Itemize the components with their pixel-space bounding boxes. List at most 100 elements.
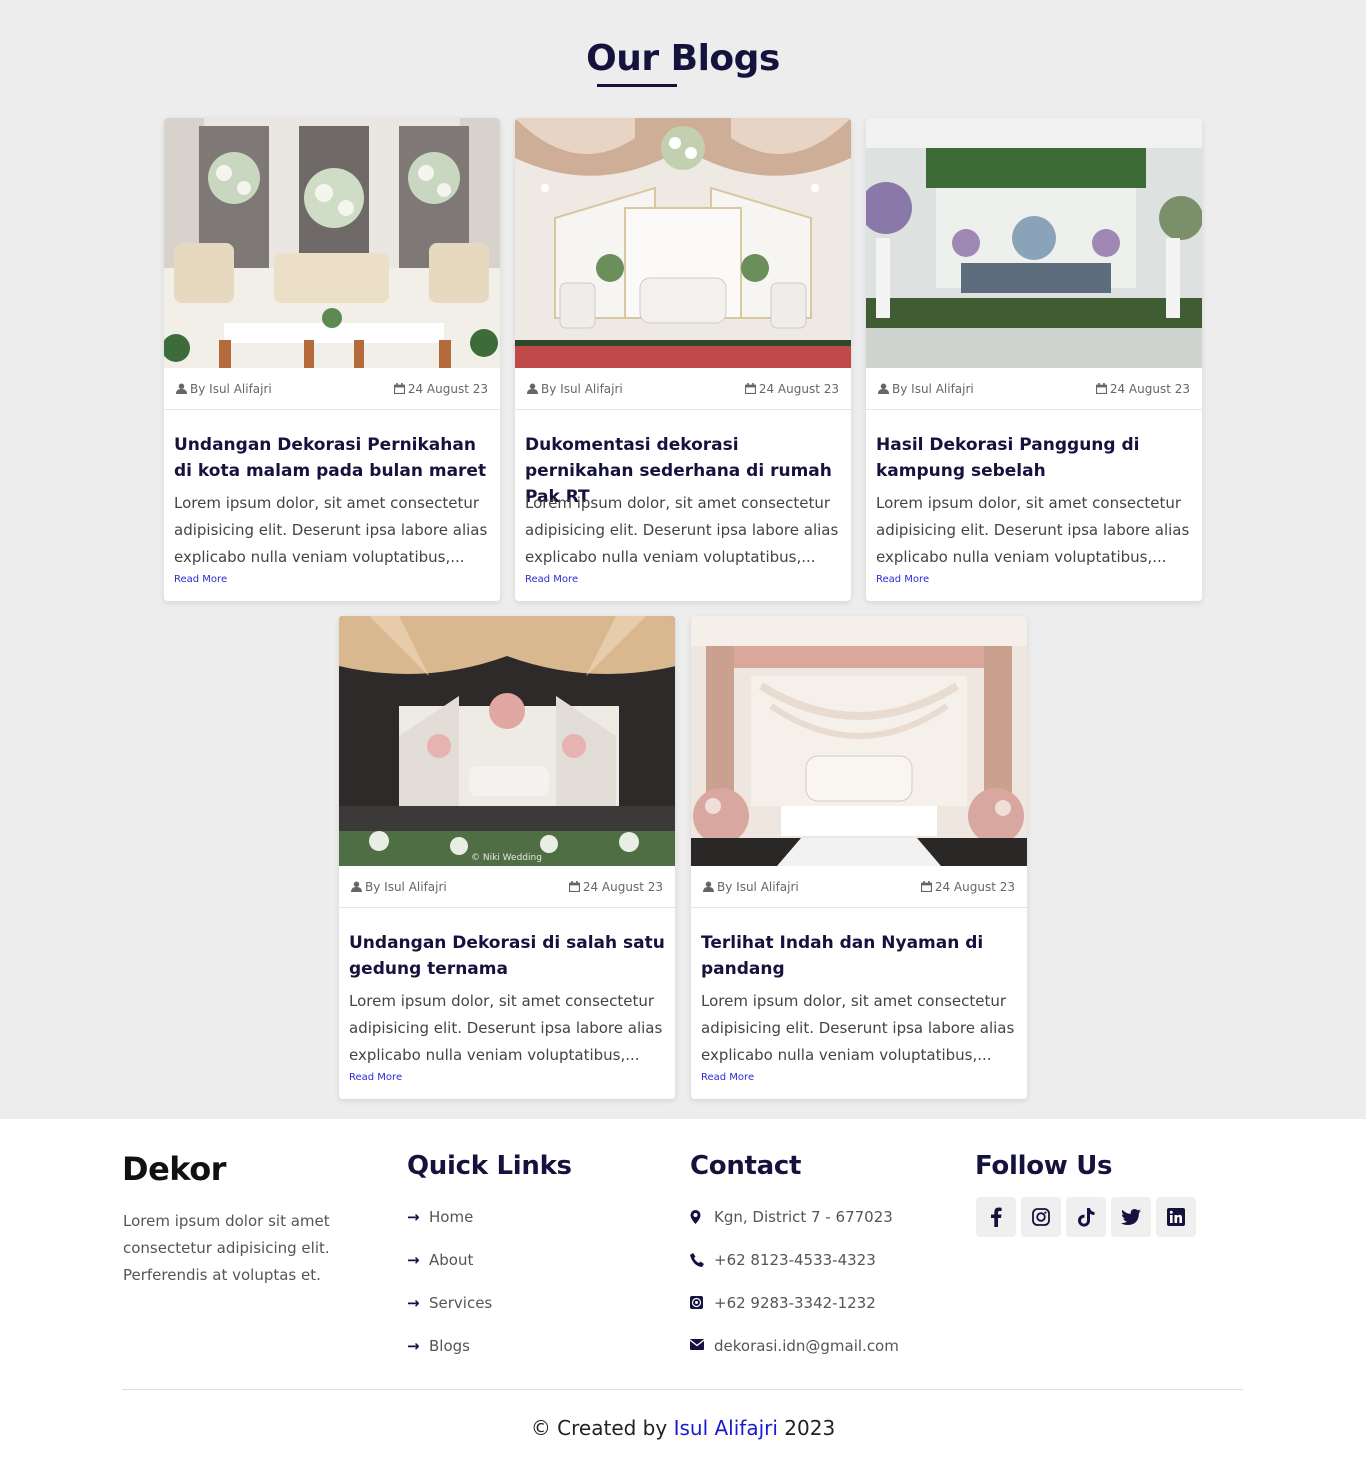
blog-date: 24 August 23 bbox=[920, 879, 1015, 894]
contact-phone[interactable]: +62 8123-4533-4323 bbox=[690, 1251, 899, 1294]
blog-excerpt: Lorem ipsum dolor, sit amet consectetur … bbox=[349, 992, 663, 1064]
contact-whatsapp-text: +62 9283-3342-1232 bbox=[714, 1294, 876, 1312]
blog-date-text: 24 August 23 bbox=[407, 381, 488, 396]
contact-whatsapp[interactable]: +62 9283-3342-1232 bbox=[690, 1294, 899, 1337]
blog-author: By Isul Alifajri bbox=[878, 382, 974, 396]
section-title: Our Blogs bbox=[586, 38, 780, 79]
blog-author-text: By Isul Alifajri bbox=[892, 381, 974, 396]
blog-date-text: 24 August 23 bbox=[934, 879, 1015, 894]
calendar-icon bbox=[1095, 382, 1107, 394]
tiktok-button[interactable] bbox=[1066, 1197, 1106, 1237]
arrow-right-icon: → bbox=[407, 1208, 420, 1226]
blog-card: By Isul Alifajri 24 August 23 Dukomentas… bbox=[515, 118, 851, 601]
contact-phone-text: +62 8123-4533-4323 bbox=[714, 1251, 876, 1269]
instagram-button[interactable] bbox=[1021, 1197, 1061, 1237]
read-more-link[interactable]: Read More bbox=[349, 1072, 665, 1083]
user-icon bbox=[176, 383, 187, 394]
arrow-right-icon: → bbox=[407, 1337, 420, 1355]
calendar-icon bbox=[393, 382, 405, 394]
blog-image[interactable] bbox=[866, 118, 1202, 368]
blog-card: © Niki Wedding By Isul Alifajri 24 Augus… bbox=[339, 616, 675, 1099]
blog-author-text: By Isul Alifajri bbox=[541, 381, 623, 396]
tiktok-icon bbox=[1077, 1207, 1094, 1227]
copyright-year: 2023 bbox=[784, 1416, 836, 1440]
blog-author: By Isul Alifajri bbox=[527, 382, 623, 396]
calendar-icon bbox=[920, 880, 932, 892]
contact-list: Kgn, District 7 - 677023 +62 8123-4533-4… bbox=[690, 1208, 899, 1380]
facebook-button[interactable] bbox=[976, 1197, 1016, 1237]
follow-us-title: Follow Us bbox=[975, 1151, 1113, 1181]
title-underline bbox=[597, 84, 677, 87]
blog-date: 24 August 23 bbox=[744, 381, 839, 396]
twitter-icon bbox=[1121, 1209, 1141, 1225]
quick-link-blogs[interactable]: → Blogs bbox=[407, 1337, 492, 1380]
blog-date-text: 24 August 23 bbox=[1109, 381, 1190, 396]
blog-title[interactable]: Undangan Dekorasi Pernikahan di kota mal… bbox=[174, 432, 490, 484]
blog-date-text: 24 August 23 bbox=[758, 381, 839, 396]
quick-link-home[interactable]: → Home bbox=[407, 1208, 492, 1251]
linkedin-icon bbox=[1167, 1208, 1185, 1226]
blog-author: By Isul Alifajri bbox=[176, 382, 272, 396]
footer: Dekor Lorem ipsum dolor sit amet consect… bbox=[0, 1119, 1366, 1475]
blog-author-text: By Isul Alifajri bbox=[190, 381, 272, 396]
blogs-section: Our Blogs By Isul Alifajri 24 August 23 … bbox=[0, 0, 1366, 1119]
blog-author-text: By Isul Alifajri bbox=[365, 879, 447, 894]
blog-author: By Isul Alifajri bbox=[351, 880, 447, 894]
blog-card: By Isul Alifajri 24 August 23 Terlihat I… bbox=[691, 616, 1027, 1099]
contact-title: Contact bbox=[690, 1151, 802, 1181]
quick-link-label: About bbox=[429, 1251, 474, 1269]
copyright: © Created by Isul Alifajri 2023 bbox=[0, 1416, 1366, 1440]
calendar-icon bbox=[568, 880, 580, 892]
arrow-right-icon: → bbox=[407, 1251, 420, 1269]
blog-date: 24 August 23 bbox=[1095, 381, 1190, 396]
blog-title[interactable]: Hasil Dekorasi Panggung di kampung sebel… bbox=[876, 432, 1192, 484]
footer-brand[interactable]: Dekor bbox=[122, 1150, 226, 1188]
quick-link-label: Services bbox=[429, 1294, 493, 1312]
blog-date: 24 August 23 bbox=[393, 381, 488, 396]
quick-link-services[interactable]: → Services bbox=[407, 1294, 492, 1337]
facebook-icon bbox=[991, 1207, 1002, 1227]
blog-date-text: 24 August 23 bbox=[582, 879, 663, 894]
user-icon bbox=[527, 383, 538, 394]
user-icon bbox=[878, 383, 889, 394]
blog-image[interactable] bbox=[164, 118, 500, 368]
read-more-link[interactable]: Read More bbox=[701, 1072, 1017, 1083]
blog-image[interactable]: © Niki Wedding bbox=[339, 616, 675, 866]
blog-card: By Isul Alifajri 24 August 23 Hasil Deko… bbox=[866, 118, 1202, 601]
blog-title[interactable]: Dukomentasi dekorasi pernikahan sederhan… bbox=[525, 432, 841, 507]
blog-excerpt: Lorem ipsum dolor, sit amet consectetur … bbox=[876, 494, 1190, 566]
contact-email[interactable]: dekorasi.idn@gmail.com bbox=[690, 1337, 899, 1380]
copyright-author-link[interactable]: Isul Alifajri bbox=[674, 1416, 778, 1440]
arrow-right-icon: → bbox=[407, 1294, 420, 1312]
quick-link-label: Blogs bbox=[429, 1337, 470, 1355]
quick-link-label: Home bbox=[429, 1208, 474, 1226]
quick-link-about[interactable]: → About bbox=[407, 1251, 492, 1294]
twitter-button[interactable] bbox=[1111, 1197, 1151, 1237]
contact-email-text: dekorasi.idn@gmail.com bbox=[714, 1337, 899, 1355]
blog-card: By Isul Alifajri 24 August 23 Undangan D… bbox=[164, 118, 500, 601]
blog-title[interactable]: Undangan Dekorasi di salah satu gedung t… bbox=[349, 930, 665, 982]
envelope-icon bbox=[690, 1339, 704, 1350]
contact-address: Kgn, District 7 - 677023 bbox=[690, 1208, 899, 1251]
linkedin-button[interactable] bbox=[1156, 1197, 1196, 1237]
blog-excerpt: Lorem ipsum dolor, sit amet consectetur … bbox=[525, 494, 839, 566]
read-more-link[interactable]: Read More bbox=[525, 574, 841, 585]
social-links bbox=[976, 1197, 1196, 1237]
blog-image[interactable] bbox=[691, 616, 1027, 866]
blog-excerpt: Lorem ipsum dolor, sit amet consectetur … bbox=[174, 494, 488, 566]
quick-links-list: → Home → About → Services → Blogs bbox=[407, 1208, 492, 1380]
blog-excerpt: Lorem ipsum dolor, sit amet consectetur … bbox=[701, 992, 1015, 1064]
quick-links-title: Quick Links bbox=[407, 1151, 572, 1181]
whatsapp-icon bbox=[690, 1296, 703, 1309]
footer-divider bbox=[122, 1389, 1243, 1390]
copyright-prefix: © Created by bbox=[530, 1416, 668, 1440]
instagram-icon bbox=[1032, 1208, 1050, 1226]
blog-image[interactable] bbox=[515, 118, 851, 368]
calendar-icon bbox=[744, 382, 756, 394]
read-more-link[interactable]: Read More bbox=[876, 574, 1192, 585]
image-watermark: © Niki Wedding bbox=[471, 853, 542, 863]
user-icon bbox=[703, 881, 714, 892]
contact-address-text: Kgn, District 7 - 677023 bbox=[714, 1208, 893, 1226]
read-more-link[interactable]: Read More bbox=[174, 574, 490, 585]
blog-title[interactable]: Terlihat Indah dan Nyaman di pandang bbox=[701, 930, 1017, 982]
